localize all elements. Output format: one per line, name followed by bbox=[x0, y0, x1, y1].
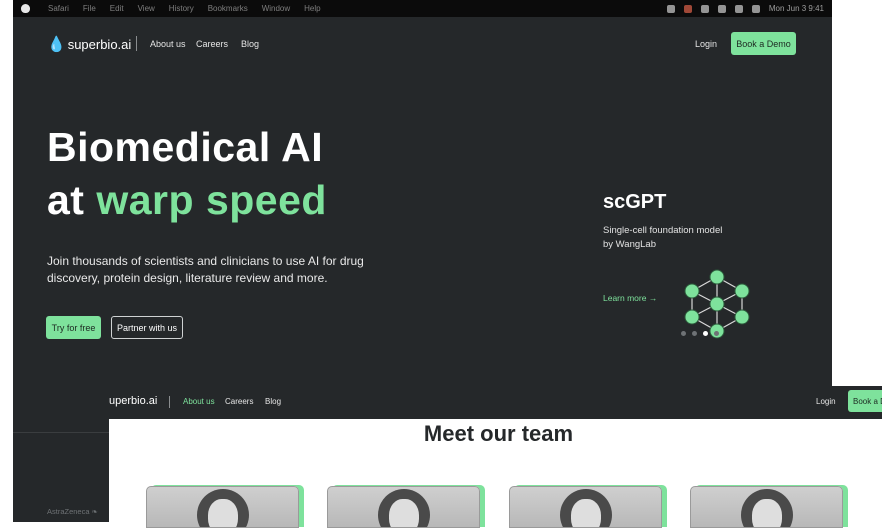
hero-subtitle: Join thousands of scientists and clinici… bbox=[47, 254, 364, 285]
status-icon[interactable] bbox=[700, 4, 709, 13]
hero-title-accent: warp speed bbox=[96, 177, 327, 223]
nav-about-active[interactable]: About us bbox=[183, 397, 215, 406]
book-demo-button[interactable]: Book a Demo bbox=[731, 32, 796, 55]
status-icons: Mon Jun 3 9:41 bbox=[666, 4, 824, 13]
carousel-dot-active[interactable] bbox=[703, 331, 708, 336]
feature-description: Single-cell foundation model by WangLab bbox=[603, 225, 723, 250]
sticky-nav: uperbio.ai About us Careers Blog Login B… bbox=[109, 386, 882, 419]
feature-title: scGPT bbox=[603, 191, 667, 213]
hero-section: 💧 superbio.ai About us Careers Blog Logi… bbox=[13, 17, 832, 386]
menu-file[interactable]: File bbox=[83, 4, 96, 13]
search-icon[interactable] bbox=[751, 4, 760, 13]
wifi-icon[interactable] bbox=[717, 4, 726, 13]
nav-divider bbox=[136, 36, 137, 51]
hero-title-line2: at warp speed bbox=[47, 177, 327, 224]
molecule-illustration bbox=[684, 269, 750, 339]
carousel-dot[interactable] bbox=[681, 331, 686, 336]
astrazeneca-logo: AstraZeneca ❧ bbox=[47, 507, 98, 516]
site-logo[interactable]: 💧 superbio.ai bbox=[47, 35, 131, 53]
book-demo-button-cropped[interactable]: Book a D bbox=[848, 390, 882, 412]
status-icon[interactable] bbox=[683, 4, 692, 13]
nav-about[interactable]: About us bbox=[150, 39, 186, 49]
menu-history[interactable]: History bbox=[169, 4, 194, 13]
nav-careers[interactable]: Careers bbox=[196, 39, 228, 49]
face bbox=[570, 499, 601, 527]
site-logo-text: uperbio.ai bbox=[109, 395, 158, 407]
menu-view[interactable]: View bbox=[138, 4, 155, 13]
carousel-dot[interactable] bbox=[714, 331, 719, 336]
top-nav: 💧 superbio.ai About us Careers Blog Logi… bbox=[13, 17, 832, 69]
macos-menubar: Safari File Edit View History Bookmarks … bbox=[13, 0, 832, 17]
nav-blog[interactable]: Blog bbox=[265, 397, 281, 406]
menubar-clock[interactable]: Mon Jun 3 9:41 bbox=[769, 4, 824, 13]
team-section-title: Meet our team bbox=[423, 421, 574, 446]
try-for-free-button[interactable]: Try for free bbox=[46, 316, 101, 339]
login-link[interactable]: Login bbox=[816, 397, 836, 406]
hero-title-prefix: at bbox=[47, 177, 97, 223]
menu-window[interactable]: Window bbox=[262, 4, 290, 13]
menu-help[interactable]: Help bbox=[304, 4, 320, 13]
partner-with-us-button[interactable]: Partner with us bbox=[111, 316, 183, 339]
carousel-dot[interactable] bbox=[692, 331, 697, 336]
apple-icon[interactable] bbox=[21, 4, 30, 13]
menu-safari[interactable]: Safari bbox=[48, 4, 69, 13]
nav-divider bbox=[169, 396, 170, 408]
status-icon[interactable] bbox=[666, 4, 675, 13]
face bbox=[751, 499, 782, 527]
hero-title-line1: Biomedical AI bbox=[47, 124, 324, 170]
site-logo-text: superbio.ai bbox=[67, 36, 132, 52]
astrazeneca-logo-text: AstraZeneca bbox=[47, 507, 90, 516]
nav-careers[interactable]: Careers bbox=[225, 397, 253, 406]
menu-bookmarks[interactable]: Bookmarks bbox=[208, 4, 248, 13]
face bbox=[207, 499, 238, 527]
superbio-logo-icon: 💧 bbox=[47, 36, 66, 53]
learn-more-link[interactable]: Learn more → bbox=[603, 293, 657, 303]
face bbox=[388, 499, 419, 527]
battery-icon[interactable] bbox=[734, 4, 743, 13]
astrazeneca-swirl-icon: ❧ bbox=[91, 507, 98, 516]
menu-edit[interactable]: Edit bbox=[110, 4, 124, 13]
login-link[interactable]: Login bbox=[695, 39, 717, 49]
partners-strip: AstraZeneca ❧ bbox=[13, 386, 109, 522]
carousel-dots bbox=[681, 331, 719, 336]
nav-blog[interactable]: Blog bbox=[241, 39, 259, 49]
site-logo-cropped[interactable]: uperbio.ai bbox=[109, 395, 157, 407]
divider bbox=[13, 432, 109, 433]
